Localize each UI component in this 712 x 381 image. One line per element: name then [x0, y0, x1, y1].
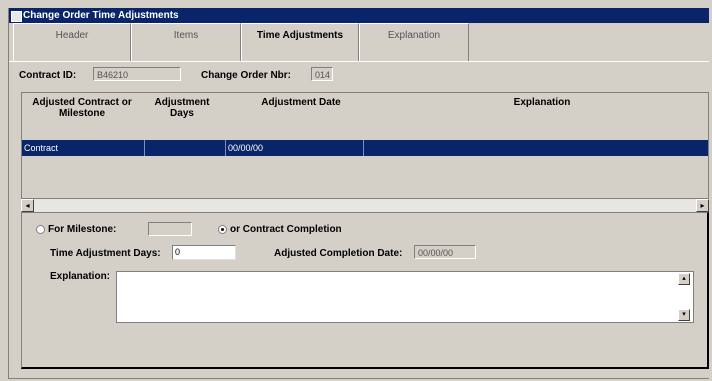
- tab-explanation[interactable]: Explanation: [359, 23, 469, 61]
- adjustment-detail-panel: For Milestone: or Contract Completion Ti…: [21, 212, 709, 369]
- contract-completion-label: or Contract Completion: [230, 224, 342, 235]
- cell-date[interactable]: 00/00/00: [226, 140, 364, 156]
- table-row[interactable]: Contract 00/00/00: [22, 140, 708, 156]
- column-header-explanation[interactable]: Explanation: [492, 97, 592, 108]
- milestone-radio[interactable]: [36, 225, 45, 234]
- contract-id-label: Contract ID:: [19, 70, 77, 81]
- scroll-up-icon[interactable]: ▴: [678, 273, 690, 285]
- explanation-label: Explanation:: [50, 271, 111, 282]
- adjustment-days-label: Time Adjustment Days:: [50, 248, 161, 259]
- cell-milestone[interactable]: Contract: [22, 140, 145, 156]
- cell-days[interactable]: [145, 140, 226, 156]
- milestone-radio-label: For Milestone:: [48, 224, 117, 235]
- change-order-window: Change Order Time Adjustments Header Ite…: [8, 8, 709, 379]
- tab-header[interactable]: Header: [13, 23, 131, 61]
- change-order-label: Change Order Nbr:: [201, 70, 292, 81]
- tab-explanation-label: Explanation: [387, 30, 441, 41]
- tab-items-label: Items: [173, 30, 199, 41]
- tab-items[interactable]: Items: [131, 23, 241, 61]
- scroll-down-icon[interactable]: ▾: [678, 309, 690, 321]
- adjustment-days-input[interactable]: 0: [172, 245, 236, 260]
- horizontal-scrollbar[interactable]: ◂ ▸: [21, 198, 709, 212]
- change-order-field: 014: [311, 67, 333, 81]
- column-header-days[interactable]: Adjustment Days: [146, 97, 218, 119]
- completion-date-field: 00/00/00: [414, 245, 476, 259]
- milestone-field[interactable]: [148, 222, 192, 236]
- window-system-icon[interactable]: [11, 11, 22, 22]
- tab-divider: [9, 61, 709, 62]
- contract-completion-radio[interactable]: [218, 225, 227, 234]
- column-header-milestone[interactable]: Adjusted Contract or Milestone: [30, 97, 134, 119]
- tab-time-adjustments[interactable]: Time Adjustments: [241, 23, 359, 61]
- column-header-date[interactable]: Adjustment Date: [236, 97, 366, 108]
- completion-date-label: Adjusted Completion Date:: [274, 248, 403, 259]
- scroll-right-icon[interactable]: ▸: [696, 199, 709, 212]
- scroll-left-icon[interactable]: ◂: [21, 199, 34, 212]
- tab-header-label: Header: [55, 30, 89, 41]
- tab-time-adjustments-label: Time Adjustments: [256, 30, 344, 41]
- explanation-textarea[interactable]: [116, 271, 694, 323]
- contract-id-field: B46210: [93, 67, 181, 81]
- cell-explanation[interactable]: [364, 140, 708, 156]
- window-title-bar: Change Order Time Adjustments: [9, 8, 709, 23]
- window-title: Change Order Time Adjustments: [23, 10, 179, 21]
- time-adjustments-grid: Adjusted Contract or Milestone Adjustmen…: [21, 92, 709, 210]
